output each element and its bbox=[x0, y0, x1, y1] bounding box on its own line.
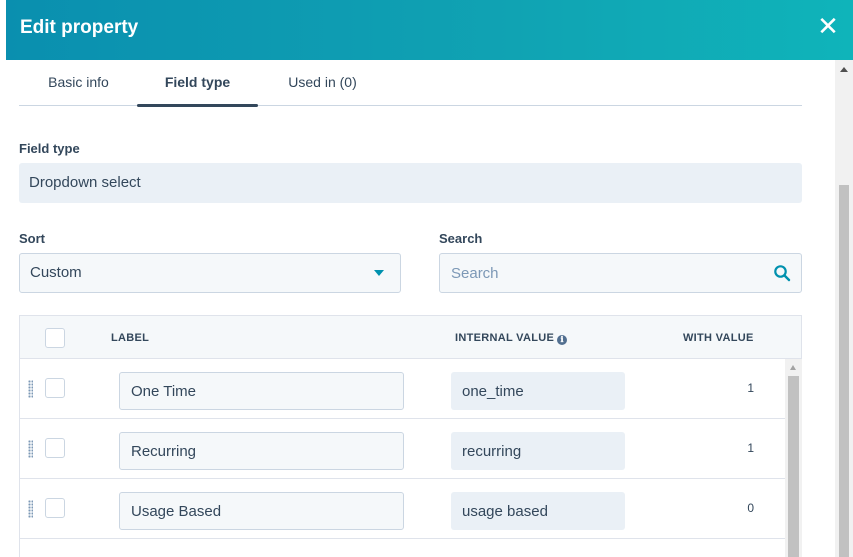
info-icon[interactable]: ℹ bbox=[557, 335, 568, 345]
close-icon: ✕ bbox=[817, 11, 839, 41]
option-label-input[interactable] bbox=[119, 492, 404, 530]
close-button[interactable]: ✕ bbox=[813, 12, 843, 42]
tab-used-in[interactable]: Used in (0) bbox=[286, 60, 359, 106]
table-row: 0 bbox=[20, 479, 786, 539]
drag-handle-icon[interactable] bbox=[28, 440, 33, 458]
dialog-scrollbar[interactable] bbox=[835, 60, 853, 557]
sort-select[interactable]: Custom bbox=[19, 253, 401, 293]
field-type-label: Field type bbox=[19, 141, 80, 156]
option-internal-value-input[interactable] bbox=[451, 432, 625, 470]
field-type-value: Dropdown select bbox=[19, 163, 802, 203]
tab-label: Field type bbox=[164, 74, 231, 90]
row-checkbox[interactable] bbox=[45, 498, 65, 518]
scroll-up-arrow-icon[interactable] bbox=[840, 67, 848, 72]
row-checkbox[interactable] bbox=[45, 438, 65, 458]
option-internal-value-input[interactable] bbox=[451, 372, 625, 410]
option-label-input[interactable] bbox=[119, 372, 404, 410]
table-scrollbar-thumb[interactable] bbox=[788, 376, 799, 557]
table-row: 1 bbox=[20, 359, 786, 419]
search-icon[interactable] bbox=[773, 264, 791, 282]
with-value-count: 1 bbox=[747, 441, 754, 455]
search-label: Search bbox=[439, 231, 483, 246]
drag-handle-icon[interactable] bbox=[28, 380, 33, 398]
caret-down-icon bbox=[374, 270, 384, 276]
tab-basic-info[interactable]: Basic info bbox=[47, 60, 110, 106]
dialog-scrollbar-thumb[interactable] bbox=[839, 185, 849, 557]
row-checkbox[interactable] bbox=[45, 378, 65, 398]
column-header-text: INTERNAL VALUE bbox=[455, 332, 555, 344]
options-table: LABEL INTERNAL VALUEℹ WITH VALUE 1 1 0 bbox=[19, 315, 802, 557]
search-input[interactable] bbox=[440, 254, 760, 292]
tab-label: Basic info bbox=[48, 74, 109, 90]
select-all-checkbox[interactable] bbox=[45, 328, 65, 348]
column-header-with-value: WITH VALUE bbox=[683, 332, 754, 344]
option-internal-value-input[interactable] bbox=[451, 492, 625, 530]
sort-label: Sort bbox=[19, 231, 45, 246]
tab-bar: Basic info Field type Used in (0) bbox=[19, 60, 802, 107]
tab-field-type[interactable]: Field type bbox=[137, 60, 258, 107]
search-box bbox=[439, 253, 802, 293]
sort-selected-value: Custom bbox=[30, 264, 82, 281]
table-row: 1 bbox=[20, 419, 786, 479]
scroll-up-arrow-icon[interactable] bbox=[790, 365, 796, 370]
with-value-count: 0 bbox=[747, 501, 754, 515]
option-label-input[interactable] bbox=[119, 432, 404, 470]
tab-label: Used in (0) bbox=[288, 74, 357, 90]
column-header-internal-value: INTERNAL VALUE ℹ bbox=[455, 332, 568, 345]
dialog-title: Edit property bbox=[20, 17, 139, 38]
drag-handle-icon[interactable] bbox=[28, 500, 33, 518]
column-header-label: LABEL bbox=[111, 332, 150, 344]
dialog-header: Edit property ✕ bbox=[6, 0, 853, 60]
dialog-left-edge bbox=[0, 60, 6, 557]
table-header: LABEL INTERNAL VALUE ℹ WITH VALUE bbox=[20, 316, 801, 359]
with-value-count: 1 bbox=[747, 381, 754, 395]
table-scrollbar[interactable] bbox=[785, 359, 802, 557]
